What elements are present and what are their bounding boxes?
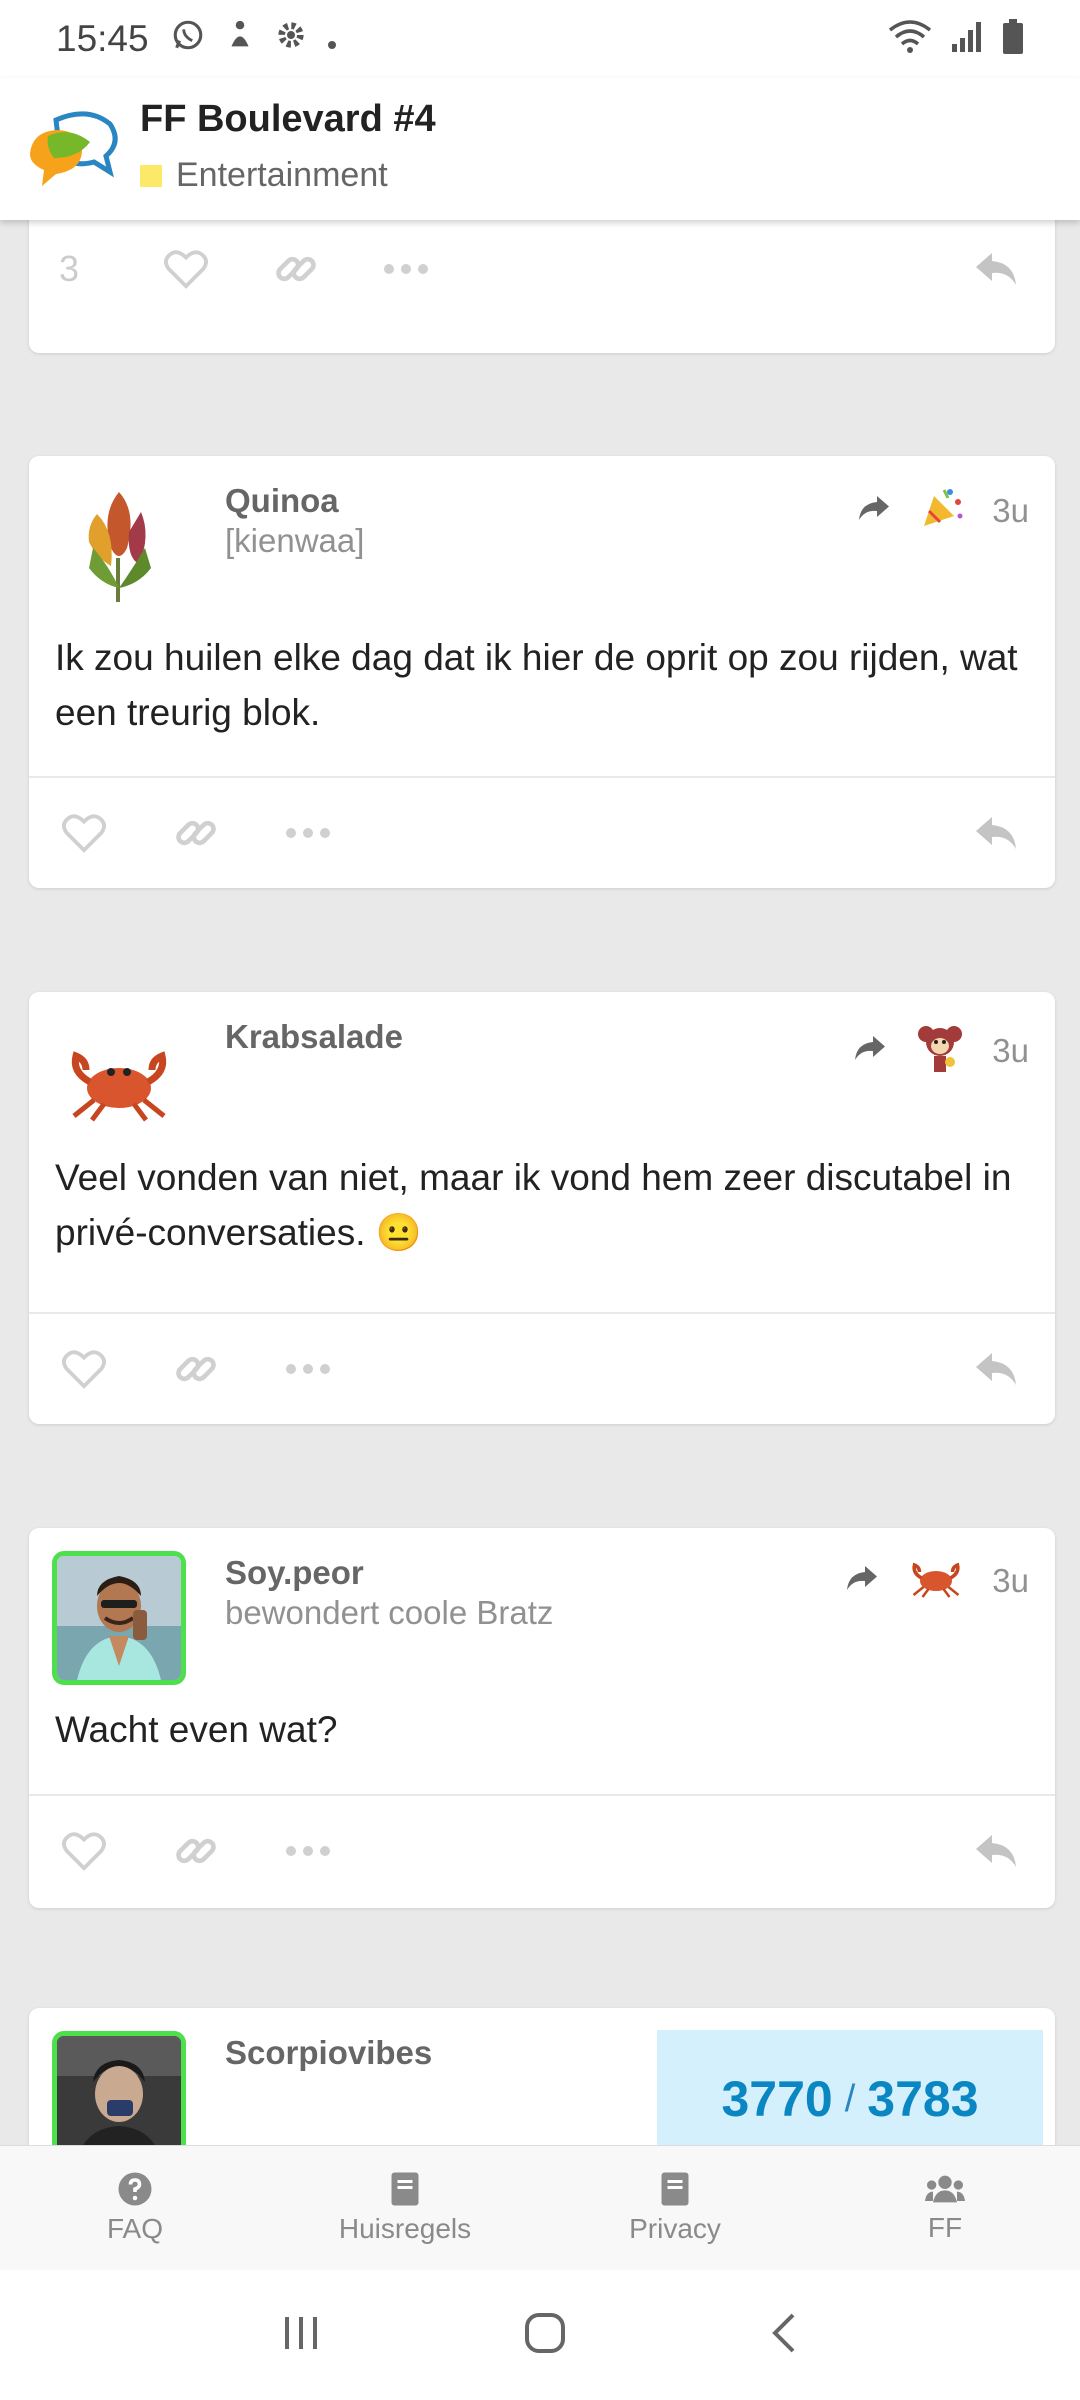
link-icon[interactable] (161, 798, 231, 868)
post-author[interactable]: Scorpiovibes (225, 2034, 432, 2072)
post-meta: 3u (852, 1022, 1029, 1079)
reading-progress[interactable]: 3770 / 3783 (657, 2030, 1043, 2145)
progress-total: 3783 (867, 2071, 979, 2127)
link-icon[interactable] (161, 1816, 231, 1886)
whatsapp-icon (171, 18, 205, 60)
avatar-frame (52, 2031, 186, 2145)
post-body: Wacht even wat? (55, 1709, 338, 1750)
share-icon[interactable] (852, 1033, 888, 1068)
like-count: 3 (59, 248, 80, 289)
avatar[interactable] (49, 476, 189, 616)
status-bar: 15:45 (0, 0, 1080, 78)
more-icon[interactable] (371, 234, 441, 304)
gear-icon (275, 19, 307, 59)
status-time: 15:45 (56, 18, 149, 59)
more-icon[interactable] (273, 798, 343, 868)
post-time: 3u (992, 1561, 1029, 1599)
share-icon[interactable] (856, 493, 892, 528)
heart-icon[interactable] (151, 234, 221, 304)
nav-label: FF (927, 2212, 963, 2243)
dot-icon (327, 21, 337, 58)
avatar[interactable] (49, 1012, 189, 1152)
notification-icon (225, 18, 255, 60)
page-title: FF Boulevard #4 (140, 98, 436, 140)
book-icon (661, 2172, 689, 2206)
book-icon (391, 2172, 419, 2206)
home-icon[interactable] (523, 2311, 567, 2360)
post-feed[interactable]: 3 Quinoa [kienwaa] 3u Ik zou huilen elke… (0, 220, 1080, 2145)
reply-icon[interactable] (961, 234, 1031, 304)
post-body: Ik zou huilen elke dag dat ik hier de op… (55, 637, 1018, 733)
post-actions (29, 1796, 1055, 1906)
post-body: Veel vonden van niet, maar ik vond hem z… (55, 1157, 1012, 1253)
nav-privacy[interactable]: Privacy (540, 2146, 810, 2270)
post-author[interactable]: Krabsalade (225, 1018, 403, 1056)
heart-icon[interactable] (49, 798, 119, 868)
battery-icon (1002, 18, 1024, 60)
signal-icon (950, 20, 984, 59)
app-logo[interactable] (26, 106, 122, 198)
post-card: Scorpiovibes 3770 / 3783 (29, 2008, 1055, 2145)
avatar[interactable] (49, 1548, 189, 1688)
heart-icon[interactable] (49, 1334, 119, 1404)
link-icon[interactable] (161, 1334, 231, 1404)
nav-label: FAQ (106, 2213, 163, 2244)
nav-label: Huisregels (338, 2213, 472, 2244)
post-author-subtitle: [kienwaa] (225, 522, 365, 559)
party-popper-icon (920, 486, 964, 535)
monkey-icon (916, 1022, 964, 1079)
app-header: FF Boulevard #4 Entertainment (0, 78, 1080, 220)
reply-icon[interactable] (961, 1816, 1031, 1886)
post-card: Quinoa [kienwaa] 3u Ik zou huilen elke d… (29, 456, 1055, 888)
wifi-icon (888, 19, 932, 59)
post-card: 3 (29, 220, 1055, 353)
avatar[interactable] (49, 2028, 189, 2145)
category-name: Entertainment (176, 156, 388, 194)
post-author[interactable]: Soy.peor (225, 1554, 364, 1592)
nav-faq[interactable]: FAQ (0, 2146, 270, 2270)
progress-separator: / (844, 2077, 856, 2120)
post-actions (29, 1314, 1055, 1424)
post-time: 3u (992, 1031, 1029, 1069)
post-author-subtitle: bewondert coole Bratz (225, 1594, 554, 1631)
post-meta: 3u (844, 1558, 1029, 1603)
post-author[interactable]: Quinoa (225, 482, 339, 520)
nav-ff[interactable]: FF (810, 2146, 1080, 2270)
post-actions (29, 778, 1055, 888)
nav-label: Privacy (629, 2213, 721, 2244)
back-icon[interactable] (769, 2311, 799, 2360)
bottom-nav: FAQ Huisregels Privacy FF (0, 2145, 1080, 2270)
question-circle-icon (118, 2172, 152, 2206)
category-color-swatch (140, 164, 162, 187)
progress-current: 3770 (721, 2071, 833, 2127)
heart-icon[interactable] (49, 1816, 119, 1886)
reply-icon[interactable] (961, 798, 1031, 868)
more-icon[interactable] (273, 1816, 343, 1886)
avatar-frame (52, 1551, 186, 1685)
nav-huisregels[interactable]: Huisregels (270, 2146, 540, 2270)
post-card: Krabsalade 3u Veel vonden van niet, maar… (29, 992, 1055, 1424)
crab-icon (908, 1558, 964, 1603)
users-icon (925, 2175, 965, 2203)
share-icon[interactable] (844, 1563, 880, 1598)
link-icon[interactable] (261, 234, 331, 304)
more-icon[interactable] (273, 1334, 343, 1404)
reply-icon[interactable] (961, 1334, 1031, 1404)
post-time: 3u (992, 491, 1029, 529)
category-label[interactable]: Entertainment (140, 156, 388, 195)
post-meta: 3u (856, 486, 1029, 535)
post-card: Soy.peor bewondert coole Bratz 3u Wacht … (29, 1528, 1055, 1908)
system-nav-bar (0, 2270, 1080, 2400)
post-actions: 3 (29, 220, 1055, 324)
recent-apps-icon[interactable] (281, 2313, 321, 2358)
